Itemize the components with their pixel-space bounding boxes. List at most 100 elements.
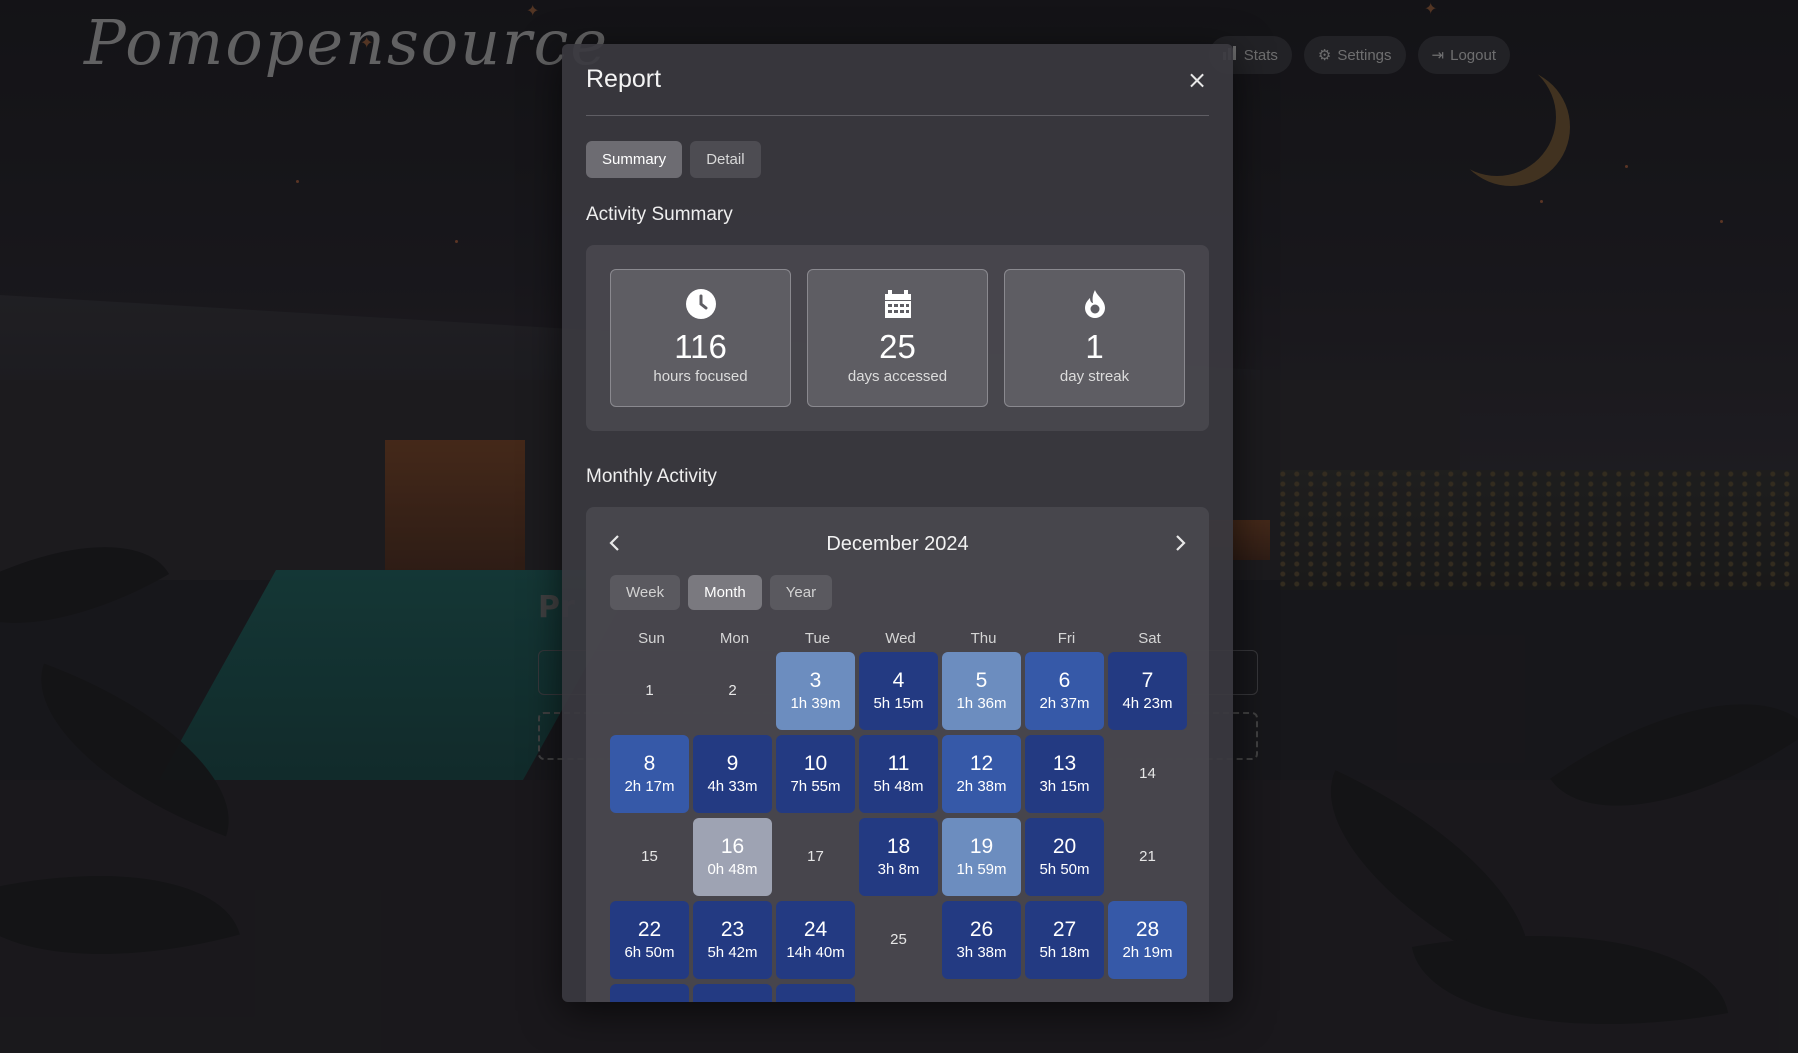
calendar-day-number: 15 xyxy=(641,848,658,865)
calendar-day-number: 8 xyxy=(643,752,656,775)
calendar-day[interactable]: 15 xyxy=(610,818,689,896)
tab-summary[interactable]: Summary xyxy=(586,141,683,178)
range-tabs: Week Month Year xyxy=(610,575,833,610)
calendar-day-number: 2 xyxy=(728,682,737,699)
calendar-day-duration: 5h 15m xyxy=(873,695,924,712)
activity-summary-title: Activity Summary xyxy=(586,204,733,225)
calendar-day-number: 6 xyxy=(1058,669,1071,692)
stat-days-accessed: 25 days accessed xyxy=(807,269,988,407)
calendar-day-number: 3 xyxy=(809,669,822,692)
calendar-day-duration: 3h 15m xyxy=(1039,778,1090,795)
activity-summary-panel: 116 hours focused 25 days accessed 1 day… xyxy=(586,245,1209,431)
calendar-day[interactable]: 4 5h 15m xyxy=(859,652,938,730)
calendar-day[interactable]: 26 3h 38m xyxy=(942,901,1021,979)
tab-detail[interactable]: Detail xyxy=(690,141,761,178)
calendar-day-partial[interactable] xyxy=(693,984,772,1002)
calendar-day-partial[interactable] xyxy=(610,984,689,1002)
calendar-day-duration: 4h 33m xyxy=(707,778,758,795)
weekday-label: Fri xyxy=(1057,630,1076,647)
calendar-day[interactable]: 11 5h 48m xyxy=(859,735,938,813)
calendar-day-duration: 2h 19m xyxy=(1122,944,1173,961)
stat-value: 116 xyxy=(674,328,727,365)
calendar-day[interactable]: 21 xyxy=(1108,818,1187,896)
calendar-day[interactable]: 22 6h 50m xyxy=(610,901,689,979)
calendar-month-label: December 2024 xyxy=(826,533,969,555)
stat-value: 1 xyxy=(1085,328,1104,365)
calendar-day[interactable]: 5 1h 36m xyxy=(942,652,1021,730)
close-button[interactable]: × xyxy=(1185,66,1209,94)
chevron-right-icon xyxy=(1176,535,1186,551)
calendar-day[interactable]: 7 4h 23m xyxy=(1108,652,1187,730)
next-month-button[interactable] xyxy=(1173,533,1187,559)
calendar-day-duration: 5h 42m xyxy=(707,944,758,961)
calendar-day-number: 5 xyxy=(975,669,988,692)
monthly-calendar-panel: December 2024 Week Month Year Sun Mon Tu… xyxy=(586,507,1209,1002)
stat-label: day streak xyxy=(1059,368,1130,385)
range-tab-week[interactable]: Week xyxy=(610,575,681,610)
calendar-day-duration: 3h 38m xyxy=(956,944,1007,961)
clock-icon xyxy=(685,289,716,319)
calendar-day-number: 22 xyxy=(637,918,662,941)
calendar-day[interactable]: 23 5h 42m xyxy=(693,901,772,979)
calendar-day-duration: 7h 55m xyxy=(790,778,841,795)
calendar-day[interactable]: 16 0h 48m xyxy=(693,818,772,896)
calendar-day-number: 16 xyxy=(720,835,745,858)
calendar-day-duration: 5h 18m xyxy=(1039,944,1090,961)
calendar-day-number: 14 xyxy=(1139,765,1156,782)
calendar-day[interactable]: 6 2h 37m xyxy=(1025,652,1104,730)
calendar-day[interactable]: 9 4h 33m xyxy=(693,735,772,813)
monthly-activity-title: Monthly Activity xyxy=(586,466,717,487)
report-modal: Report × Summary Detail Activity Summary… xyxy=(562,44,1233,1002)
calendar-day-number: 13 xyxy=(1052,752,1077,775)
range-tab-month[interactable]: Month xyxy=(688,575,762,610)
stat-day-streak: 1 day streak xyxy=(1004,269,1185,407)
calendar-day-duration: 14h 40m xyxy=(786,944,845,961)
stat-value: 25 xyxy=(879,328,916,365)
calendar-day-number: 28 xyxy=(1135,918,1160,941)
calendar-day-number: 18 xyxy=(886,835,911,858)
weekday-label: Sat xyxy=(1138,630,1161,647)
calendar-day[interactable]: 25 xyxy=(859,901,938,979)
modal-header: Report × xyxy=(586,44,1209,116)
calendar-day[interactable]: 19 1h 59m xyxy=(942,818,1021,896)
calendar-day[interactable]: 13 3h 15m xyxy=(1025,735,1104,813)
calendar-day-number: 27 xyxy=(1052,918,1077,941)
calendar-day-number: 4 xyxy=(892,669,905,692)
calendar-day-partial[interactable] xyxy=(776,984,855,1002)
weekday-label: Mon xyxy=(719,630,750,647)
weekday-header: Sun Mon Tue Wed Thu Fri Sat xyxy=(610,630,1191,647)
stat-label: hours focused xyxy=(653,368,748,385)
calendar-day[interactable]: 17 xyxy=(776,818,855,896)
calendar-day[interactable]: 2 xyxy=(693,652,772,730)
calendar-day[interactable]: 14 xyxy=(1108,735,1187,813)
weekday-label: Tue xyxy=(804,630,831,647)
stat-hours-focused: 116 hours focused xyxy=(610,269,791,407)
fire-icon xyxy=(1084,290,1105,318)
calendar-day-number: 17 xyxy=(807,848,824,865)
calendar-day[interactable]: 24 14h 40m xyxy=(776,901,855,979)
calendar-day-number: 9 xyxy=(726,752,739,775)
report-tabs: Summary Detail xyxy=(586,141,761,178)
calendar-day[interactable]: 1 xyxy=(610,652,689,730)
calendar-day-duration: 2h 17m xyxy=(624,778,675,795)
calendar-day[interactable]: 18 3h 8m xyxy=(859,818,938,896)
calendar-day-duration: 1h 36m xyxy=(956,695,1007,712)
calendar-day-number: 19 xyxy=(969,835,994,858)
calendar-day[interactable]: 8 2h 17m xyxy=(610,735,689,813)
calendar-day-duration: 0h 48m xyxy=(707,861,758,878)
calendar-day[interactable]: 3 1h 39m xyxy=(776,652,855,730)
calendar-day-duration: 2h 38m xyxy=(956,778,1007,795)
weekday-label: Thu xyxy=(970,630,997,647)
calendar-day[interactable]: 27 5h 18m xyxy=(1025,901,1104,979)
modal-title: Report xyxy=(586,65,662,93)
calendar-day[interactable]: 12 2h 38m xyxy=(942,735,1021,813)
calendar-day[interactable]: 20 5h 50m xyxy=(1025,818,1104,896)
calendar-icon xyxy=(884,290,911,318)
calendar-day-number: 20 xyxy=(1052,835,1077,858)
range-tab-year[interactable]: Year xyxy=(769,575,833,610)
calendar-day-duration: 6h 50m xyxy=(624,944,675,961)
calendar-day-duration: 5h 48m xyxy=(873,778,924,795)
calendar-day-number: 10 xyxy=(803,752,828,775)
calendar-day[interactable]: 10 7h 55m xyxy=(776,735,855,813)
calendar-day[interactable]: 28 2h 19m xyxy=(1108,901,1187,979)
